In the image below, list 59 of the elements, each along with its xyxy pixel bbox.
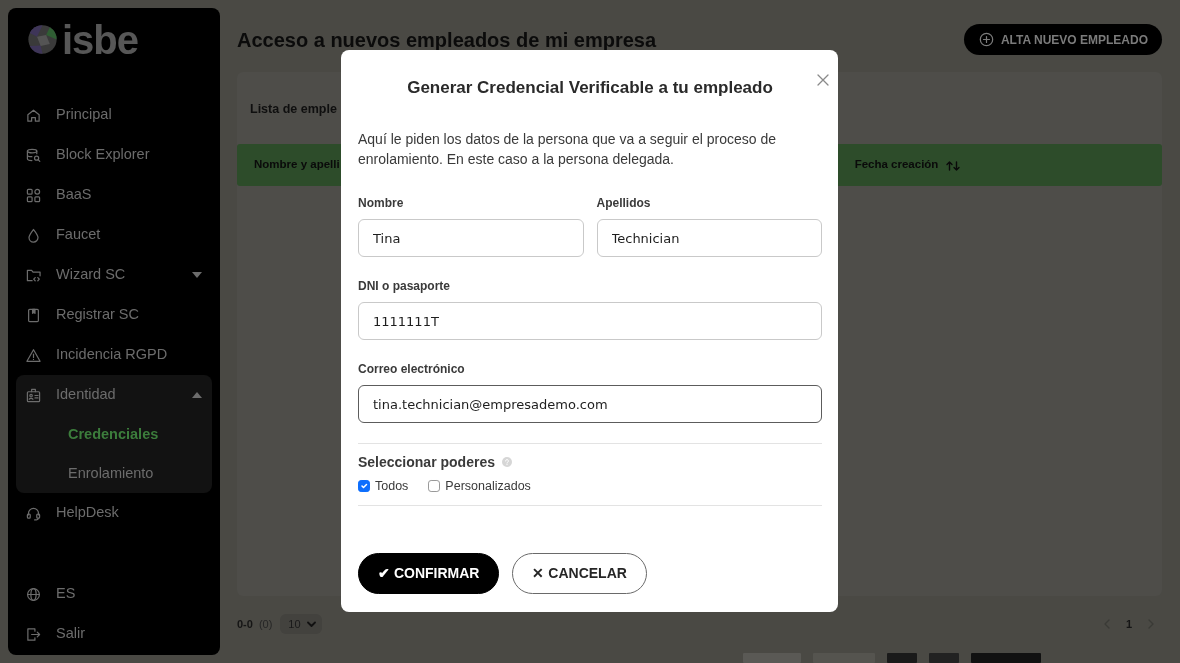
partner-logo — [887, 653, 917, 663]
sidebar-item[interactable]: BaaS — [16, 175, 212, 215]
database-search-icon — [26, 147, 41, 163]
field-label: Apellidos — [596, 195, 652, 211]
column-header[interactable]: Fecha creación — [854, 156, 961, 174]
sidebar-item[interactable]: Salir — [16, 614, 212, 654]
partner-logo — [971, 653, 1041, 663]
grid-icon — [26, 187, 41, 203]
checkbox-label: Personalizados — [445, 478, 531, 495]
caret-up-icon[interactable] — [192, 392, 202, 399]
sidebar-item[interactable]: Wizard SC — [16, 255, 212, 295]
checkbox-label: Todos — [375, 478, 409, 495]
page-title: Acceso a nuevos empleados de mi empresa — [237, 27, 657, 52]
caret-down-icon[interactable] — [192, 272, 202, 279]
modal-title: Generar Credencial Verificable a tu empleado — [406, 77, 774, 99]
chevron-down-icon — [306, 621, 316, 627]
headset-icon — [26, 505, 41, 521]
submenu-item[interactable]: Credenciales — [16, 415, 212, 454]
sidebar-item[interactable]: ES — [16, 574, 212, 614]
sidebar-item[interactable]: Block Explorer — [16, 135, 212, 175]
brand-name: isbe — [62, 24, 139, 56]
input-field[interactable]: tina.technician@empresademo.com — [358, 385, 822, 423]
sidebar-item[interactable]: Registrar SC — [16, 295, 212, 335]
field-label: DNI o pasaporte — [358, 278, 451, 294]
document-icon — [26, 307, 41, 323]
column-header[interactable]: Nombre y apelli — [254, 156, 340, 174]
home-icon — [26, 107, 41, 123]
droplet-icon — [26, 227, 41, 243]
section-title: Seleccionar poderes — [358, 453, 495, 471]
folder-code-icon — [26, 267, 41, 283]
input-field[interactable]: Tina — [358, 219, 584, 257]
field-label: Nombre — [358, 195, 405, 211]
modal-description: Aquí le piden los datos de la persona que va a seguir el proceso de enrolamiento. En este caso a la persona delegada. — [358, 130, 777, 169]
sidebar-item[interactable]: Identidad — [16, 375, 212, 415]
sidebar-item[interactable]: Incidencia RGPD — [16, 335, 212, 375]
help-icon[interactable] — [501, 457, 512, 467]
logout-icon — [26, 626, 41, 642]
submenu-item[interactable]: Enrolamiento — [16, 454, 212, 493]
sort-icon[interactable] — [946, 159, 961, 171]
sidebar-item[interactable]: Principal — [16, 95, 212, 135]
add-employee-button[interactable]: ALTA NUEVO EMPLEADO — [963, 24, 1162, 55]
close-button[interactable] — [817, 74, 829, 86]
input-field[interactable]: 1111111T — [358, 302, 822, 340]
cancel-button[interactable]: ✕ CANCELAR — [512, 552, 647, 594]
checkbox[interactable] — [428, 480, 441, 493]
id-badge-icon — [26, 387, 41, 403]
field-label: Correo electrónico — [358, 361, 466, 377]
checkbox[interactable] — [358, 480, 370, 493]
close-icon — [817, 74, 829, 86]
confirm-button[interactable]: ✔ CONFIRMAR — [358, 552, 500, 594]
globe-icon — [26, 586, 41, 602]
sidebar-item[interactable]: Faucet — [16, 215, 212, 255]
warning-icon — [26, 347, 41, 363]
partner-logo — [929, 653, 959, 663]
list-title: Lista de emple — [250, 101, 337, 117]
input-field[interactable]: Technician — [596, 219, 822, 257]
sidebar-item[interactable]: HelpDesk — [16, 493, 212, 533]
plus-circle-icon — [978, 32, 994, 47]
logo-icon — [27, 24, 58, 55]
